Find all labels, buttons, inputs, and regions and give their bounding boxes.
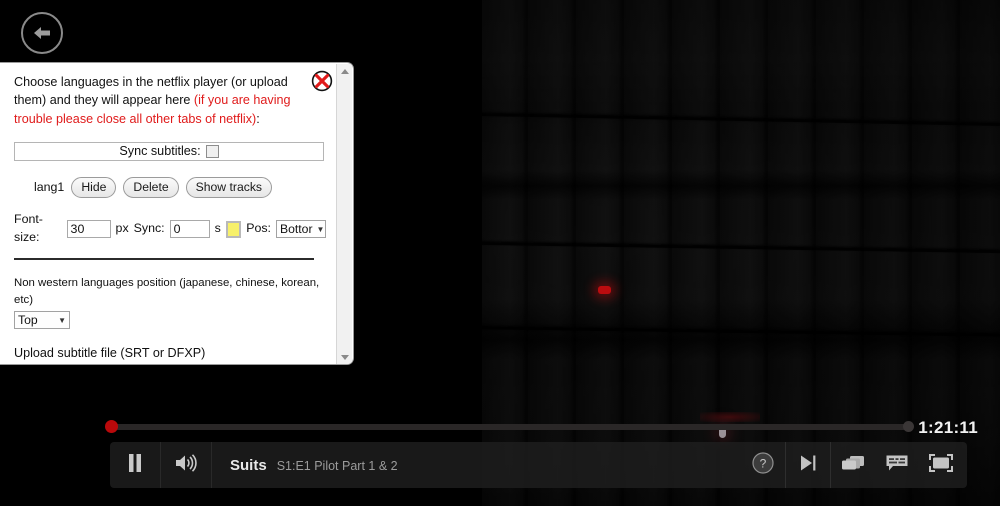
show-tracks-button[interactable]: Show tracks (185, 176, 273, 199)
chevron-down-icon: ▼ (58, 315, 66, 325)
font-size-label: Font-size: (14, 212, 43, 245)
subtitle-color-swatch[interactable] (225, 220, 242, 238)
scroll-down-arrow-icon[interactable] (337, 350, 352, 364)
panel-scrollbar[interactable] (336, 64, 352, 364)
show-title: Suits (230, 456, 267, 474)
episode-title: S1:E1 Pilot Part 1 & 2 (276, 458, 398, 473)
netflix-player-stage: 1:21:11 Suits S1:E1 Pilot Part 1 & 2 ? C… (0, 0, 1000, 506)
progress-scrubber-handle[interactable] (105, 420, 118, 433)
non-western-position-label: Non western languages position (japanese… (14, 277, 320, 306)
help-button[interactable]: ? (741, 442, 785, 488)
episodes-stack-icon (840, 454, 866, 477)
track-name-label: lang1 (33, 179, 65, 194)
chevron-down-icon: ▼ (316, 224, 325, 234)
time-remaining-label: 1:21:11 (918, 418, 978, 437)
subtitle-extension-panel: Choose languages in the netflix player (… (0, 62, 354, 365)
back-button[interactable] (21, 12, 63, 54)
close-circle-x-icon (311, 70, 333, 96)
hide-track-button[interactable]: Hide (71, 176, 117, 199)
progress-bar[interactable] (110, 424, 913, 430)
now-playing-title: Suits S1:E1 Pilot Part 1 & 2 (212, 457, 741, 474)
next-episode-icon (798, 454, 818, 477)
episodes-button[interactable] (830, 442, 875, 488)
next-episode-button[interactable] (785, 442, 830, 488)
pause-button[interactable] (110, 442, 161, 488)
section-divider (14, 258, 314, 261)
fullscreen-button[interactable] (919, 442, 963, 488)
scroll-up-arrow-icon[interactable] (337, 64, 352, 79)
volume-on-icon (174, 453, 198, 478)
player-controls: 1:21:11 Suits S1:E1 Pilot Part 1 & 2 ? (0, 408, 1000, 506)
question-mark-icon: ? (752, 451, 774, 479)
sync-subtitles-checkbox[interactable] (205, 144, 219, 158)
fullscreen-icon (928, 453, 954, 478)
volume-button[interactable] (161, 442, 212, 488)
track-row: lang1 Hide Delete Show tracks (14, 176, 326, 199)
arrow-left-icon (32, 25, 52, 41)
font-settings-row: Font-size: px Sync: s Pos: Bottor▼ (14, 211, 326, 247)
panel-content: Choose languages in the netflix player (… (0, 63, 338, 364)
sync-offset-input[interactable] (169, 220, 210, 239)
non-western-position-select[interactable]: Top ▼ (14, 311, 70, 330)
subtitles-icon (885, 454, 909, 477)
position-select[interactable]: Bottor ▼ (276, 220, 326, 239)
font-size-unit: px (115, 221, 129, 236)
pause-icon (127, 453, 143, 478)
svg-text:?: ? (760, 456, 767, 470)
upload-subtitle-label-1: Upload subtitle file (SRT or DFXP) (14, 346, 206, 361)
control-bar: Suits S1:E1 Pilot Part 1 & 2 ? (110, 442, 967, 488)
right-controls-group: ? (741, 442, 963, 488)
position-select-value: Bottor (280, 221, 313, 236)
intro-text-part2: : (256, 111, 260, 126)
sync-subtitles-row[interactable]: Sync subtitles: (14, 141, 324, 161)
delete-track-button[interactable]: Delete (123, 176, 179, 199)
non-western-select-value: Top (18, 312, 38, 327)
font-size-input[interactable] (66, 220, 111, 239)
sync-subtitles-label: Sync subtitles: (119, 144, 201, 159)
sync-offset-unit: s (214, 221, 221, 236)
sync-offset-label: Sync: (133, 221, 165, 236)
progress-end-marker (903, 421, 914, 432)
panel-intro-text: Choose languages in the netflix player (… (14, 73, 300, 128)
close-panel-button[interactable] (311, 70, 333, 92)
subtitles-button[interactable] (875, 442, 919, 488)
position-label: Pos: (246, 221, 271, 236)
